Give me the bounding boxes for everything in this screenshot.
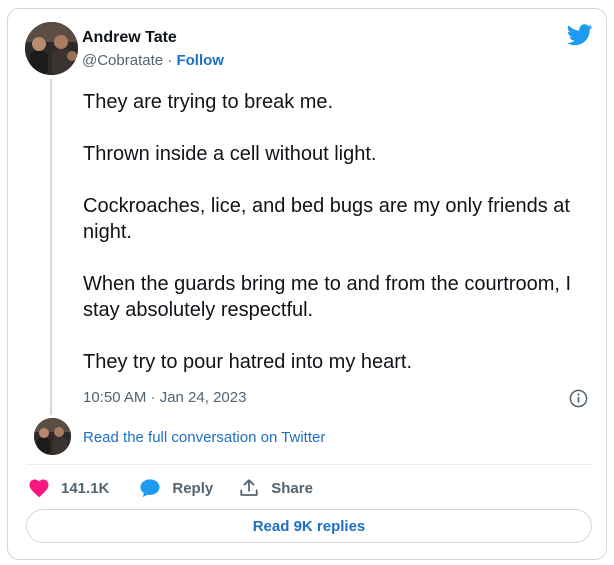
twitter-bird-icon[interactable] [567, 24, 593, 46]
share-upload-icon [240, 479, 258, 496]
thread-connector-line [50, 79, 52, 415]
info-icon[interactable] [569, 389, 588, 408]
author-handle[interactable]: @Cobratate [82, 52, 163, 69]
speech-bubble-icon [140, 479, 160, 498]
heart-icon [29, 479, 49, 498]
conversation-avatar[interactable] [34, 418, 71, 455]
follow-link[interactable]: Follow [176, 52, 224, 69]
avatar-photo [34, 418, 71, 455]
author-meta: @Cobratate · Follow [82, 52, 224, 69]
share-label: Share [271, 479, 313, 497]
author-avatar[interactable] [25, 22, 78, 75]
action-bar: 141.1K Reply Share [28, 476, 313, 500]
reply-label: Reply [172, 479, 214, 497]
meta-separator: · [167, 52, 173, 69]
tweet-paragraph: Thrown inside a cell without light. [83, 143, 377, 165]
tweet-paragraph: When the guards bring me to and from the… [83, 273, 572, 321]
author-name[interactable]: Andrew Tate [82, 29, 177, 47]
tweet-text: They are trying to break me. Thrown insi… [83, 89, 593, 401]
read-full-conversation-link[interactable]: Read the full conversation on Twitter [83, 429, 325, 446]
avatar-photo [25, 22, 78, 75]
read-replies-button[interactable]: Read 9K replies [26, 509, 592, 543]
like-count: 141.1K [61, 479, 110, 497]
tweet-card: Andrew Tate @Cobratate · Follow They are… [7, 8, 607, 560]
tweet-paragraph: They are trying to break me. [83, 91, 334, 113]
tweet-paragraph: Cockroaches, lice, and bed bugs are my o… [83, 195, 570, 243]
tweet-paragraph: They try to pour hatred into my heart. [83, 351, 413, 373]
like-button[interactable]: 141.1K [28, 478, 109, 498]
divider [26, 464, 592, 465]
share-button[interactable]: Share [238, 478, 313, 498]
tweet-timestamp[interactable]: 10:50 AM · Jan 24, 2023 [83, 389, 246, 406]
reply-button[interactable]: Reply [139, 478, 213, 498]
